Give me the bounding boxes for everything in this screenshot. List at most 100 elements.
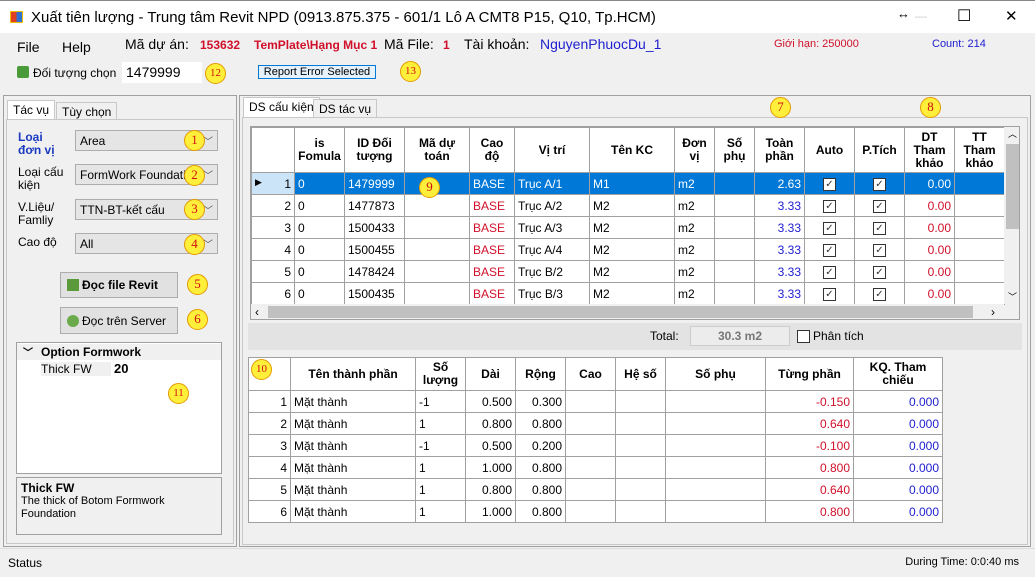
row-header[interactable]: 6 <box>251 282 295 305</box>
checkbox[interactable]: ✓ <box>823 200 836 213</box>
auto-cell[interactable]: ✓ <box>804 216 855 239</box>
width-cell: 0.300 <box>515 390 566 413</box>
column-header[interactable]: Từng phần <box>765 357 854 391</box>
row-header[interactable]: 5 <box>251 260 295 283</box>
column-header[interactable]: Mã dự toán <box>404 127 470 173</box>
unit-cell: m2 <box>674 282 715 305</box>
auto-cell[interactable]: ✓ <box>804 238 855 261</box>
analyze-cell[interactable]: ✓ <box>854 260 905 283</box>
table-row[interactable]: 3 0 1500433 BASE Trục A/3 M2 m2 3.33 ✓ ✓ 0.00 <box>251 216 1005 239</box>
checkbox[interactable]: ✓ <box>873 178 886 191</box>
checkbox[interactable]: ✓ <box>873 266 886 279</box>
column-header[interactable]: P.Tích <box>854 127 905 173</box>
column-header[interactable]: Số phụ <box>714 127 755 173</box>
analyze-cell[interactable]: ✓ <box>854 282 905 305</box>
analyze-cell[interactable]: ✓ <box>854 216 905 239</box>
checkbox[interactable]: ✓ <box>823 288 836 301</box>
row-header[interactable]: ▶ 1 <box>251 172 295 195</box>
column-header[interactable]: Toàn phần <box>754 127 805 173</box>
table-row[interactable]: ▶ 1 0 1479999 BASE Trục A/1 M1 m2 2.63 ✓ ✓ 0.00 <box>251 172 1005 195</box>
property-value[interactable]: 20 <box>114 361 128 376</box>
checkbox[interactable]: ✓ <box>823 222 836 235</box>
total-cell: 3.33 <box>754 216 805 239</box>
table-row[interactable]: 5 Mặt thành 1 0.800 0.800 0.640 0.000 <box>248 478 943 501</box>
table-row[interactable]: 5 0 1478424 BASE Trục B/2 M2 m2 3.33 ✓ ✓ 0.00 <box>251 260 1005 283</box>
collapse-icon[interactable]: ﹀ <box>23 344 33 359</box>
checkbox[interactable]: ✓ <box>823 266 836 279</box>
table-row[interactable]: 4 0 1500455 BASE Trục A/4 M2 m2 3.33 ✓ ✓ 0.00 <box>251 238 1005 261</box>
column-header[interactable]: Số phụ <box>665 357 766 391</box>
width-cell: 0.800 <box>515 412 566 435</box>
table-row[interactable]: 2 Mặt thành 1 0.800 0.800 0.640 0.000 <box>248 412 943 435</box>
column-header[interactable]: Tên thành phần <box>290 357 416 391</box>
report-error-button[interactable]: Report Error Selected <box>258 65 376 79</box>
column-header[interactable]: Hệ số <box>615 357 666 391</box>
unit-cell: m2 <box>674 172 715 195</box>
column-header[interactable]: Cao <box>565 357 616 391</box>
column-header[interactable]: KQ. Tham chiếu <box>853 357 943 391</box>
scroll-left-icon[interactable]: ‹ <box>255 305 259 319</box>
row-header[interactable]: 4 <box>251 238 295 261</box>
column-header[interactable]: Tên KC <box>589 127 675 173</box>
column-header[interactable]: Vị trí <box>514 127 590 173</box>
read-revit-button[interactable]: Đọc file Revit <box>60 272 178 298</box>
table-row[interactable]: 2 0 1477873 BASE Trục A/2 M2 m2 3.33 ✓ ✓ 0.00 <box>251 194 1005 217</box>
table-row[interactable]: 4 Mặt thành 1 1.000 0.800 0.800 0.000 <box>248 456 943 479</box>
auto-cell[interactable]: ✓ <box>804 172 855 195</box>
row-header[interactable]: 2 <box>251 194 295 217</box>
checkbox[interactable]: ✓ <box>873 222 886 235</box>
checkbox[interactable]: ✓ <box>873 244 886 257</box>
tab-tac-vu[interactable]: Tác vụ <box>7 100 56 121</box>
read-server-button[interactable]: Đọc trên Server <box>60 307 178 334</box>
column-header[interactable]: TT Tham khảo <box>954 127 1005 173</box>
horizontal-scrollbar[interactable]: ‹ › <box>251 304 1004 319</box>
analyze-cell[interactable]: ✓ <box>854 194 905 217</box>
scroll-up-icon[interactable]: ︿ <box>1008 127 1017 140</box>
property-category[interactable]: ﹀ Option Formwork <box>17 344 221 360</box>
column-header[interactable]: is Fomula <box>294 127 345 173</box>
scroll-down-icon[interactable]: ﹀ <box>1008 290 1017 303</box>
checkbox[interactable]: ✓ <box>823 244 836 257</box>
analyze-cell[interactable]: ✓ <box>854 238 905 261</box>
scroll-right-icon[interactable]: › <box>991 305 995 319</box>
tab-ds-cau-kien[interactable]: DS cấu kiện <box>243 97 320 118</box>
selected-object-input[interactable]: 1479999 <box>122 62 202 83</box>
auto-cell[interactable]: ✓ <box>804 260 855 283</box>
table-row[interactable]: 1 Mặt thành -1 0.500 0.300 -0.150 0.000 <box>248 390 943 413</box>
table-row[interactable]: 6 0 1500435 BASE Trục B/3 M2 m2 3.33 ✓ ✓ 0.00 <box>251 282 1005 305</box>
auto-cell[interactable]: ✓ <box>804 282 855 305</box>
column-header[interactable]: Rộng <box>515 357 566 391</box>
analyze-checkbox[interactable] <box>797 330 810 343</box>
column-header[interactable]: Dài <box>465 357 516 391</box>
menu-file[interactable]: File <box>17 39 40 55</box>
table-row[interactable]: 3 Mặt thành -1 0.500 0.200 -0.100 0.000 <box>248 434 943 457</box>
length-cell: 0.800 <box>465 412 516 435</box>
h-scroll-thumb[interactable] <box>268 306 973 318</box>
vertical-scrollbar[interactable]: ︿ ﹀ <box>1004 127 1019 304</box>
scroll-thumb[interactable] <box>1006 144 1019 229</box>
tab-ds-tac-vu[interactable]: DS tác vụ <box>313 99 378 118</box>
revit-file-icon <box>67 279 79 291</box>
column-header[interactable]: Cao độ <box>469 127 515 173</box>
selected-object-label[interactable]: Đối tượng chọn <box>33 66 116 80</box>
checkbox[interactable]: ✓ <box>823 178 836 191</box>
resize-icon[interactable]: ↔ <box>897 6 910 21</box>
column-header[interactable]: ID Đối tượng <box>344 127 405 173</box>
component-name-cell: Mặt thành <box>290 478 416 501</box>
column-header[interactable]: DT Tham khảo <box>904 127 955 173</box>
analyze-cell[interactable]: ✓ <box>854 172 905 195</box>
column-header[interactable]: Auto <box>804 127 855 173</box>
menu-help[interactable]: Help <box>62 39 91 55</box>
table-row[interactable]: 6 Mặt thành 1 1.000 0.800 0.800 0.000 <box>248 500 943 523</box>
checkbox[interactable]: ✓ <box>873 288 886 301</box>
close-button[interactable]: ✕ <box>1005 7 1018 25</box>
checkbox[interactable]: ✓ <box>873 200 886 213</box>
annotation-badge: 13 <box>400 61 421 82</box>
column-header[interactable]: Đơn vị <box>674 127 715 173</box>
row-header[interactable]: 3 <box>251 216 295 239</box>
maximize-button[interactable]: ☐ <box>957 6 971 26</box>
annotation-badge: 11 <box>168 383 189 404</box>
auto-cell[interactable]: ✓ <box>804 194 855 217</box>
minimize-button[interactable]: — <box>915 9 927 23</box>
column-header[interactable]: Số lượng <box>415 357 466 391</box>
